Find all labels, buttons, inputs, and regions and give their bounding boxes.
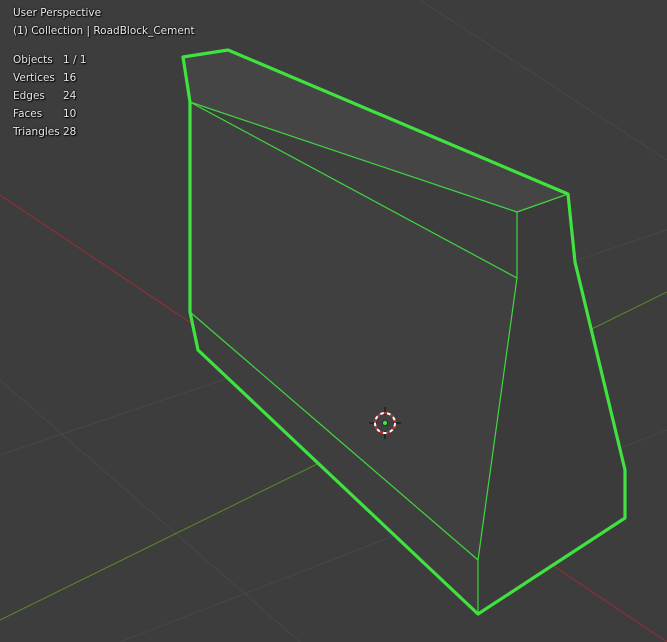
stat-label: Faces bbox=[13, 108, 43, 120]
stat-row-objects: Objects 1 / 1 bbox=[13, 51, 195, 69]
stat-label: Triangles bbox=[13, 126, 60, 138]
viewport-text-overlay: User Perspective (1) Collection | RoadBl… bbox=[13, 4, 195, 141]
3d-viewport[interactable]: User Perspective (1) Collection | RoadBl… bbox=[0, 0, 667, 642]
stat-row-faces: Faces 10 bbox=[13, 105, 195, 123]
stat-row-edges: Edges 24 bbox=[13, 87, 195, 105]
stat-label: Objects bbox=[13, 54, 53, 66]
stat-value: 10 bbox=[63, 108, 77, 120]
stat-value: 1 / 1 bbox=[63, 54, 87, 66]
stat-row-vertices: Vertices 16 bbox=[13, 69, 195, 87]
stat-row-triangles: Triangles 28 bbox=[13, 123, 195, 141]
stat-value: 24 bbox=[63, 90, 77, 102]
stat-value: 28 bbox=[63, 126, 77, 138]
roadblock-cement-object[interactable] bbox=[181, 48, 627, 616]
stat-label: Vertices bbox=[13, 72, 55, 84]
collection-label: (1) Collection | RoadBlock_Cement bbox=[13, 25, 195, 37]
view-mode-label: User Perspective bbox=[13, 7, 102, 19]
scene-statistics: Objects 1 / 1 Vertices 16 Edges 24 Faces… bbox=[13, 51, 195, 141]
stat-value: 16 bbox=[63, 72, 77, 84]
stat-label: Edges bbox=[13, 90, 45, 102]
object-origin-dot bbox=[382, 420, 388, 426]
